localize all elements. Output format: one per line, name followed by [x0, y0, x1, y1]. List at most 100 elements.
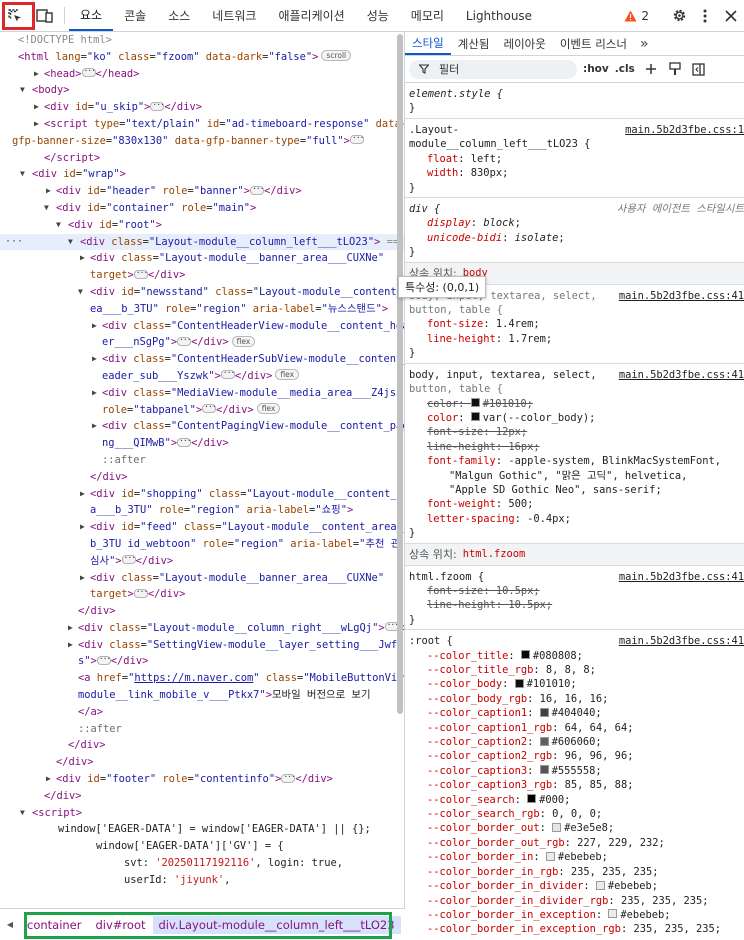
- dom-node-shopping[interactable]: ▶ <div id="shopping" class="Layout-module…: [0, 486, 404, 503]
- dom-node[interactable]: ▶ <div class="ContentPagingView-module__c…: [0, 418, 404, 435]
- property-value[interactable]: -apple-system, BlinkMacSystemFont,: [508, 455, 721, 467]
- expand-arrow-icon[interactable]: ▶: [34, 99, 44, 116]
- tab-styles[interactable]: 스타일: [405, 32, 451, 55]
- dom-node-mobile-link[interactable]: <a href="https://m.naver.com" class="Mob…: [0, 670, 404, 687]
- stylesheet-link[interactable]: main.5b2d3fbe.css:41: [616, 634, 744, 649]
- dom-node[interactable]: ▶ <div class="ContentHeaderSubView-module…: [0, 351, 404, 368]
- href-link[interactable]: https://m.naver.com: [134, 672, 253, 684]
- scroll-badge[interactable]: scroll: [321, 50, 352, 62]
- css-declaration[interactable]: font-weight: 500;: [409, 497, 740, 511]
- dom-pseudo-after[interactable]: ::after: [0, 721, 404, 738]
- color-swatch[interactable]: [595, 880, 605, 890]
- css-variable-declaration[interactable]: --color_border_in_divider: #ebebeb;: [409, 879, 740, 893]
- property-value[interactable]: #ebebeb: [620, 909, 664, 921]
- property-value[interactable]: "Apple SD Gothic Neo", sans-serif: [449, 484, 655, 496]
- dom-node-body[interactable]: ▼ <body>: [0, 82, 404, 99]
- css-variable-declaration[interactable]: --color_border_in_rgb: 235, 235, 235;: [409, 865, 740, 879]
- property-value[interactable]: #101010: [527, 678, 571, 690]
- property-value[interactable]: -0.4px: [527, 513, 565, 525]
- css-variable-declaration[interactable]: --color_caption1_rgb: 64, 64, 64;: [409, 721, 740, 735]
- expand-arrow-icon[interactable]: ▶: [92, 318, 102, 335]
- color-swatch[interactable]: [552, 822, 562, 832]
- property-value[interactable]: 500: [508, 498, 527, 510]
- tab-event-listeners[interactable]: 이벤트 리스너: [553, 32, 634, 55]
- css-declaration[interactable]: font-family: -apple-system, BlinkMacSyst…: [409, 454, 740, 468]
- collapsed-ellipsis[interactable]: [281, 769, 296, 785]
- css-declaration[interactable]: color: var(--color_body);: [409, 411, 740, 425]
- css-declaration[interactable]: width: 830px;: [409, 166, 740, 180]
- color-swatch[interactable]: [539, 707, 549, 717]
- scrollbar-thumb[interactable]: [397, 34, 403, 714]
- dom-node[interactable]: <!DOCTYPE html>: [0, 32, 404, 49]
- stylesheet-link[interactable]: main.5b2d3fbe.css:1: [623, 123, 744, 138]
- breadcrumb-scroll-left-icon[interactable]: ◀: [0, 920, 20, 929]
- css-declaration[interactable]: float: left;: [409, 152, 740, 166]
- collapse-arrow-icon[interactable]: ▼: [20, 805, 30, 822]
- property-value[interactable]: #ebebeb: [558, 851, 602, 863]
- property-value[interactable]: 0, 0, 0: [552, 808, 596, 820]
- css-declaration-overridden[interactable]: color: #101010;: [409, 397, 740, 411]
- collapse-arrow-icon[interactable]: ▼: [20, 82, 30, 99]
- css-variable-declaration[interactable]: --color_border_out_rgb: 227, 229, 232;: [409, 836, 740, 850]
- css-variable-declaration[interactable]: --color_border_in_exception: #ebebeb;: [409, 908, 740, 922]
- css-variable-declaration[interactable]: --color_body_rgb: 16, 16, 16;: [409, 692, 740, 706]
- collapse-arrow-icon[interactable]: ▼: [56, 217, 66, 234]
- css-variable-declaration[interactable]: --color_caption2: #606060;: [409, 735, 740, 749]
- collapse-arrow-icon[interactable]: ▼: [20, 166, 30, 183]
- expand-arrow-icon[interactable]: ▶: [92, 351, 102, 368]
- dom-pseudo-after[interactable]: ::after: [0, 452, 404, 469]
- style-rule-column-left[interactable]: .Layout- main.5b2d3fbe.css:1 module__col…: [405, 119, 744, 199]
- elements-scrollbar[interactable]: [396, 32, 404, 716]
- expand-arrow-icon[interactable]: ▶: [80, 250, 90, 267]
- css-declaration[interactable]: letter-spacing: -0.4px;: [409, 512, 740, 526]
- property-value[interactable]: 10.5px: [508, 599, 546, 611]
- property-value[interactable]: "Malgun Gothic", "맑은 고딕", helvetica,: [449, 470, 687, 482]
- property-value[interactable]: #404040: [552, 707, 596, 719]
- expand-arrow-icon[interactable]: ▶: [68, 637, 78, 654]
- breadcrumb-item-root[interactable]: div#root: [89, 918, 153, 932]
- collapsed-ellipsis[interactable]: [133, 265, 148, 281]
- collapsed-ellipsis[interactable]: [81, 63, 96, 80]
- element-state-button[interactable]: [667, 61, 683, 77]
- expand-arrow-icon[interactable]: ▶: [80, 486, 90, 503]
- property-value[interactable]: var(--color_body): [483, 412, 589, 424]
- style-rule-body-2[interactable]: body, input, textarea, select, main.5b2d…: [405, 364, 744, 544]
- dom-node-script[interactable]: ▶ <script type="text/plain" id="ad-timebo…: [0, 116, 404, 133]
- dom-node-header[interactable]: ▶<div id="header" role="banner"></div>: [0, 181, 404, 200]
- property-value[interactable]: 12px: [496, 426, 521, 438]
- color-swatch[interactable]: [608, 909, 618, 919]
- dom-node-setting[interactable]: ▶ <div class="SettingView-module__layer_s…: [0, 637, 404, 654]
- css-variable-declaration[interactable]: --color_caption3: #555558;: [409, 764, 740, 778]
- style-rule-element[interactable]: element.style { }: [405, 83, 744, 119]
- css-variable-declaration[interactable]: --color_border_in_divider_rgb: 235, 235,…: [409, 894, 740, 908]
- property-value[interactable]: #606060: [552, 736, 596, 748]
- class-toggle-button[interactable]: .cls: [615, 63, 635, 75]
- new-rule-button[interactable]: [643, 61, 659, 77]
- tab-application[interactable]: 애플리케이션: [267, 0, 355, 31]
- breadcrumb-item-selected[interactable]: div.Layout-module__column_left___tLO23: [152, 915, 401, 934]
- css-declaration-overridden[interactable]: line-height: 16px;: [409, 440, 740, 454]
- stylesheet-link[interactable]: main.5b2d3fbe.css:41: [616, 367, 744, 383]
- device-toolbar-button[interactable]: [30, 0, 60, 31]
- dom-node-container[interactable]: ▼ <div id="container" role="main">: [0, 200, 404, 217]
- expand-arrow-icon[interactable]: ▶: [68, 620, 78, 637]
- property-value[interactable]: #101010: [483, 398, 527, 410]
- tab-elements[interactable]: 요소: [69, 0, 114, 31]
- dom-node-head[interactable]: ▶<head></head>: [0, 63, 404, 83]
- property-value[interactable]: 830px: [471, 167, 502, 179]
- collapsed-ellipsis[interactable]: [150, 97, 165, 113]
- stylesheet-link[interactable]: main.5b2d3fbe.css:41: [616, 569, 744, 584]
- collapsed-ellipsis[interactable]: [121, 550, 136, 567]
- collapse-arrow-icon[interactable]: ▼: [78, 284, 88, 301]
- css-declaration-overridden[interactable]: font-size: 10.5px;: [409, 584, 740, 598]
- color-swatch[interactable]: [520, 650, 530, 660]
- property-value[interactable]: #555558: [552, 765, 596, 777]
- tab-performance[interactable]: 성능: [356, 0, 400, 31]
- expand-arrow-icon[interactable]: ▶: [80, 570, 90, 587]
- css-variable-declaration[interactable]: --color_title_rgb: 8, 8, 8;: [409, 663, 740, 677]
- property-value[interactable]: 1.4rem: [496, 318, 534, 330]
- expand-arrow-icon[interactable]: ▶: [34, 116, 44, 133]
- css-variable-declaration[interactable]: --color_border_out: #e3e5e8;: [409, 821, 740, 835]
- dom-node-html[interactable]: <html lang="ko" class="fzoom" data-dark=…: [0, 49, 404, 66]
- color-swatch[interactable]: [470, 412, 480, 422]
